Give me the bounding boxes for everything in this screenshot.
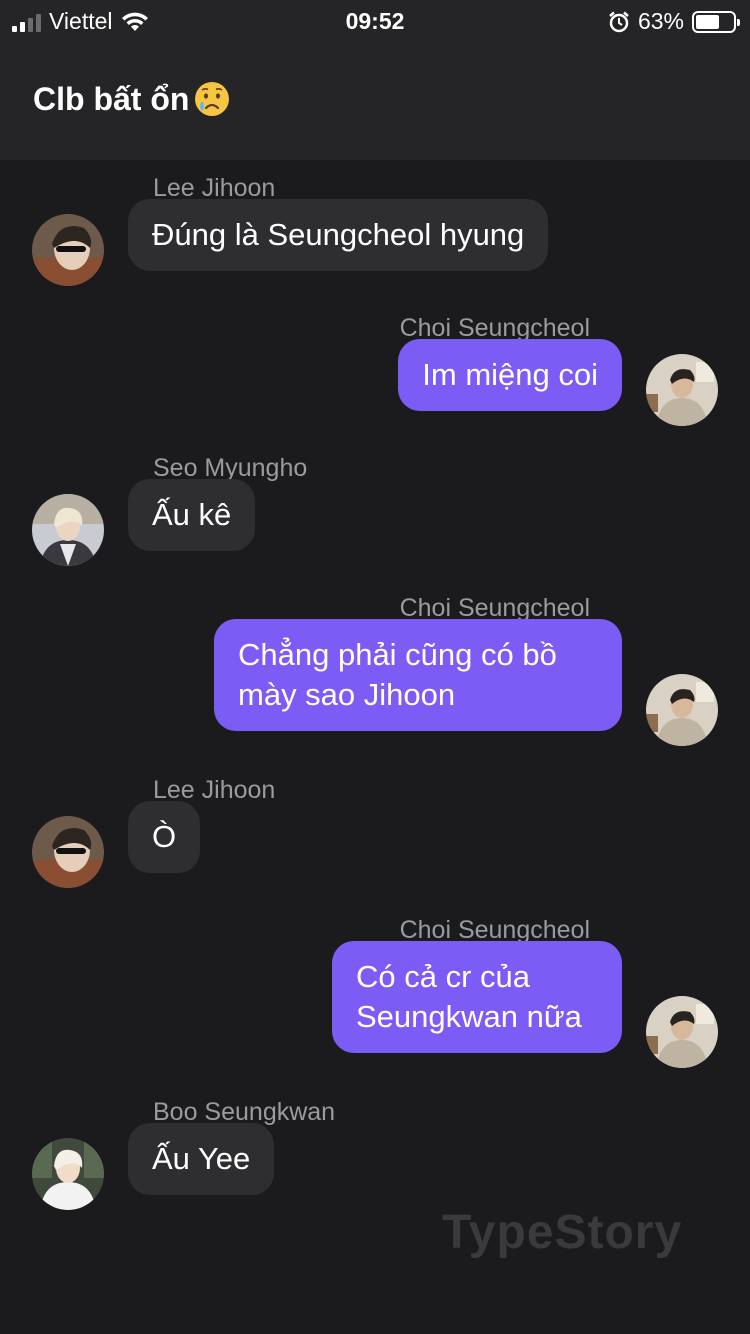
message-bubble[interactable]: Ò — [128, 801, 201, 873]
message-bubble[interactable]: Im miệng coi — [398, 339, 622, 411]
battery-percent: 63% — [637, 8, 684, 34]
chat-header: Clb bất ổn — [0, 40, 750, 160]
choi-seungcheol-avatar[interactable] — [646, 996, 718, 1068]
choi-seungcheol-avatar[interactable] — [646, 674, 718, 746]
seo-myungho-avatar[interactable] — [32, 494, 104, 566]
watermark-logo: TypeStory — [442, 1206, 683, 1259]
lee-jihoon-avatar[interactable] — [32, 816, 104, 888]
message-bubble[interactable]: Ấu Yee — [128, 1123, 275, 1195]
message-bubble[interactable]: Có cả cr của Seungkwan nữa — [332, 941, 622, 1053]
message-bubble[interactable]: Chẳng phải cũng có bồ mày sao Jihoon — [214, 619, 622, 731]
message-bubble[interactable]: Đúng là Seungcheol hyung — [128, 199, 549, 271]
battery-icon — [692, 10, 740, 33]
lee-jihoon-avatar[interactable] — [32, 214, 104, 286]
message-bubble[interactable]: Ấu kê — [128, 479, 256, 551]
status-bar: Viettel 09:52 63% — [0, 0, 750, 40]
chat-title[interactable]: Clb bất ổn — [33, 80, 231, 118]
alarm-icon — [609, 11, 629, 32]
wifi-icon — [121, 12, 148, 31]
chat-screen: Viettel 09:52 63% Clb bất ổn Lee Jihoon … — [0, 0, 750, 1334]
boo-seungkwan-avatar[interactable] — [32, 1138, 104, 1210]
signal-icon — [12, 12, 41, 32]
crying-face-emoji-icon — [195, 82, 230, 116]
chat-title-text: Clb bất ổn — [33, 80, 190, 117]
carrier-label: Viettel — [49, 8, 113, 34]
choi-seungcheol-avatar[interactable] — [646, 354, 718, 426]
